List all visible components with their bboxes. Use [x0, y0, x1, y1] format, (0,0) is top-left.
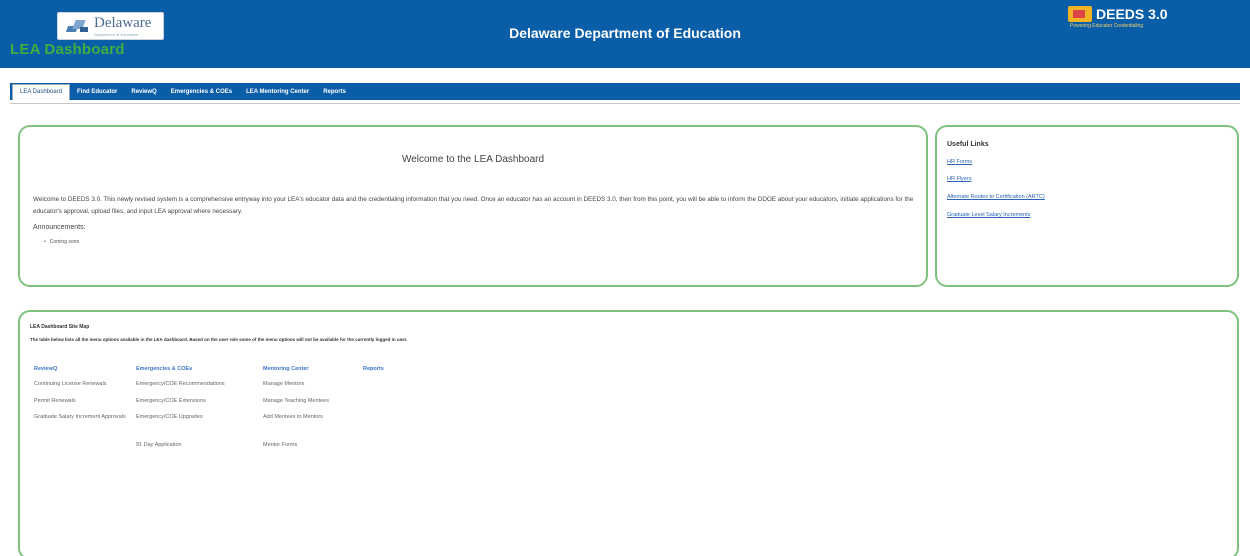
sitemap-description: The table below lists all the menu optio…: [30, 337, 408, 342]
welcome-heading: Welcome to the LEA Dashboard: [401, 154, 545, 165]
sitemap-item[interactable]: Emergency/COE Extensions: [136, 397, 256, 405]
tab-reviewq[interactable]: ReviewQ: [124, 85, 163, 100]
sitemap-heading-reports[interactable]: Reports: [363, 366, 384, 372]
sitemap-item[interactable]: Continuing License Renewals: [34, 380, 134, 388]
sitemap-heading-reviewq[interactable]: ReviewQ: [34, 366, 57, 372]
sitemap-title: LEA Dashboard Site Map: [30, 324, 90, 330]
link-salary-increments[interactable]: Graduate Level Salary Increments: [947, 212, 1030, 218]
header-bar: Delaware Department of Education LEA Das…: [0, 0, 1250, 68]
tab-find-educator[interactable]: Find Educator: [70, 85, 124, 100]
sitemap-item[interactable]: Permit Renewals: [34, 397, 134, 405]
sitemap-item[interactable]: Mentor Forms: [263, 441, 373, 449]
tab-lea-mentoring-center[interactable]: LEA Mentoring Center: [239, 85, 316, 100]
sitemap-item[interactable]: 91 Day Application: [136, 441, 256, 449]
main-nav: LEA Dashboard Find Educator ReviewQ Emer…: [10, 83, 1240, 100]
link-hr-flyers[interactable]: HR Flyers: [947, 176, 971, 182]
link-artc[interactable]: Alternate Routes to Certification (ARTC): [947, 194, 1045, 200]
sitemap-item[interactable]: Manage Teaching Mentees: [263, 397, 373, 405]
sitemap-item[interactable]: Emergency/COE Recommendations: [136, 380, 256, 388]
sitemap-item[interactable]: Add Mentees to Mentors: [263, 413, 373, 421]
announcement-item: Coming soon: [44, 239, 79, 245]
announcements-label: Announcements:: [33, 224, 86, 231]
sitemap-panel: LEA Dashboard Site Map The table below l…: [18, 310, 1239, 556]
sitemap-heading-mentoring[interactable]: Mentoring Center: [263, 366, 309, 372]
department-title: Delaware Department of Education: [509, 25, 741, 41]
tab-emergencies-coes[interactable]: Emergencies & COEs: [164, 85, 239, 100]
announcements-list: Coming soon: [44, 239, 79, 245]
useful-links-title: Useful Links: [947, 141, 989, 148]
tab-reports[interactable]: Reports: [316, 85, 353, 100]
tab-lea-dashboard[interactable]: LEA Dashboard: [12, 84, 71, 100]
deeds-title: DEEDS 3.0: [1096, 6, 1168, 22]
nav-divider: [10, 103, 1240, 104]
welcome-text: Welcome to DEEDS 3.0. This newly revised…: [33, 196, 914, 215]
useful-links-panel: Useful Links HR Forms HR Flyers Alternat…: [935, 125, 1239, 287]
deeds-logo-icon: [1068, 6, 1092, 22]
sitemap-item[interactable]: Emergency/COE Upgrades: [136, 413, 256, 421]
welcome-panel: Welcome to the LEA Dashboard Welcome to …: [18, 125, 928, 287]
deeds-tagline: Powering Educator Credentialing: [1070, 23, 1144, 29]
sitemap-heading-emergencies[interactable]: Emergencies & COEs: [136, 366, 192, 372]
link-hr-forms[interactable]: HR Forms: [947, 159, 972, 165]
sitemap-item[interactable]: Graduate Salary Increment Approvals: [34, 413, 134, 421]
dashboard-title: LEA Dashboard: [10, 41, 125, 58]
deeds-logo[interactable]: DEEDS 3.0 Powering Educator Credentialin…: [1068, 6, 1168, 29]
sitemap-item[interactable]: Manage Mentors: [263, 380, 373, 388]
